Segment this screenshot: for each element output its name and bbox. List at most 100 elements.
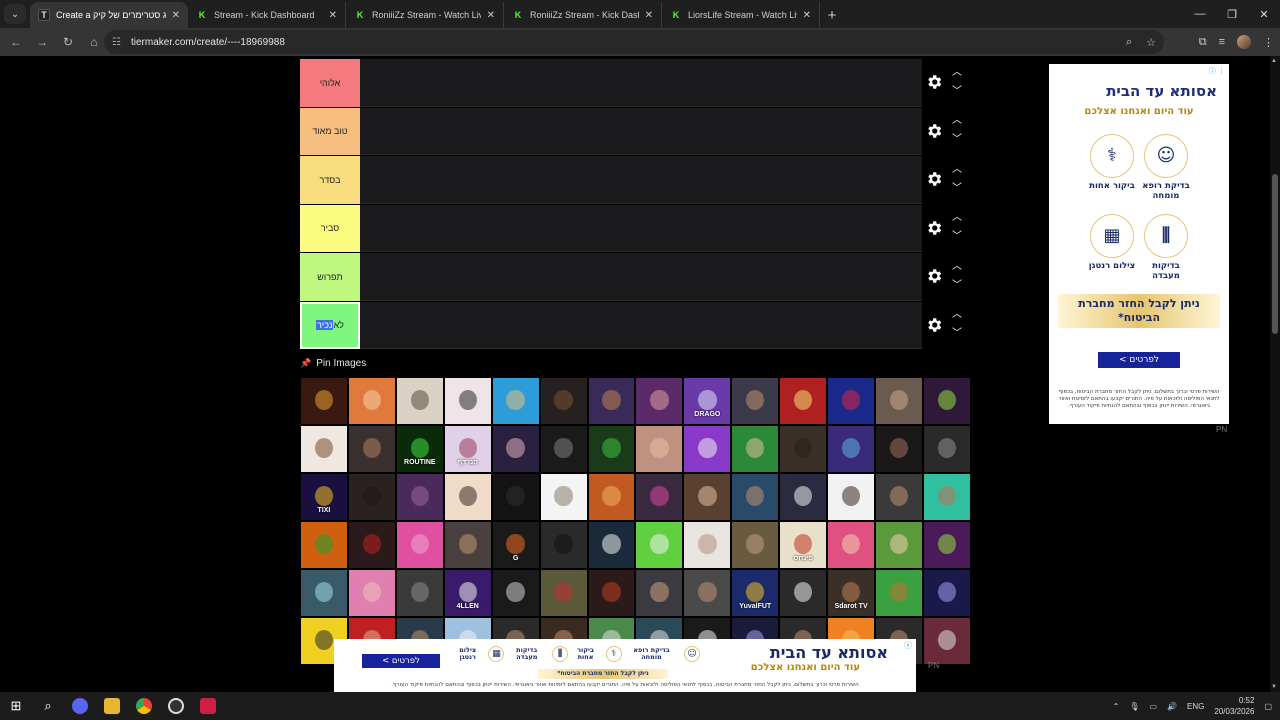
app-icon[interactable] (192, 692, 224, 720)
streamer-image-tile[interactable] (539, 569, 588, 617)
streamer-image-tile[interactable] (683, 425, 732, 473)
tier-label[interactable]: תפרוש (300, 253, 360, 301)
streamer-image-tile[interactable] (347, 521, 396, 569)
streamer-image-tile[interactable] (443, 473, 492, 521)
gear-icon[interactable] (925, 73, 943, 91)
streamer-image-tile[interactable] (635, 473, 684, 521)
move-down-icon[interactable]: ﹀ (951, 84, 963, 97)
browser-tab[interactable]: K LiorsLife Stream - Watch Live on Kick ✕ (662, 2, 820, 28)
ad-details-button[interactable]: לפרטים > (362, 654, 440, 668)
streamer-image-tile[interactable] (683, 569, 732, 617)
streamer-image-tile[interactable] (635, 425, 684, 473)
streamer-image-tile[interactable] (779, 377, 828, 425)
streamer-image-tile[interactable] (875, 377, 923, 425)
streamer-image-tile[interactable] (922, 473, 971, 521)
search-icon[interactable]: ⌕ (32, 692, 64, 720)
gear-icon[interactable] (925, 316, 943, 334)
streamer-image-tile[interactable] (300, 377, 348, 425)
move-down-icon[interactable]: ﹀ (951, 230, 963, 242)
home-icon[interactable]: ⌂ (82, 30, 106, 54)
ad-details-button[interactable]: לפרטים > (1098, 352, 1180, 368)
streamer-image-tile[interactable] (922, 377, 971, 425)
streamer-image-tile[interactable] (779, 425, 828, 473)
streamer-image-tile[interactable] (300, 569, 348, 617)
profile-avatar[interactable] (1237, 35, 1251, 49)
file-explorer-icon[interactable] (96, 692, 128, 720)
reload-icon[interactable]: ↻ (56, 30, 80, 54)
close-tab-icon[interactable]: ✕ (645, 10, 653, 21)
streamer-image-tile[interactable] (635, 521, 684, 569)
streamer-image-tile[interactable] (491, 569, 540, 617)
streamer-image-tile[interactable] (300, 425, 348, 473)
streamer-image-tile[interactable] (443, 521, 492, 569)
streamer-image-tile[interactable] (443, 377, 492, 425)
streamer-image-tile[interactable] (922, 521, 971, 569)
close-tab-icon[interactable]: ✕ (329, 10, 337, 21)
volume-icon[interactable]: 🔊 (1167, 702, 1177, 711)
back-icon[interactable]: ← (4, 30, 28, 54)
tier-label[interactable]: לא נכיר (300, 301, 360, 349)
new-tab-button[interactable]: + (820, 2, 844, 28)
streamer-image-tile[interactable] (731, 377, 780, 425)
gear-icon[interactable] (925, 170, 943, 188)
streamer-image-tile[interactable] (587, 521, 636, 569)
streamer-image-tile[interactable] (827, 425, 876, 473)
tier-label[interactable]: אלוהי (300, 59, 360, 107)
tray-expand-icon[interactable]: ⌃ (1113, 702, 1120, 711)
gear-icon[interactable] (925, 122, 943, 140)
bottom-advertisement[interactable]: ⓧ אסותא עד הבית עוד היום ואנחנו אצלכם ☺ ב… (334, 639, 916, 693)
browser-tab[interactable]: T Create a רשימת דירוג סטרימרים של קיק ✕ (30, 2, 188, 28)
streamer-image-tile[interactable] (347, 377, 396, 425)
start-icon[interactable]: ⊞ (0, 692, 32, 720)
site-info-icon[interactable]: ☷ (112, 37, 121, 48)
notifications-icon[interactable]: ▢ (1264, 702, 1272, 711)
tier-drop-zone[interactable] (360, 301, 922, 349)
move-down-icon[interactable]: ﹀ (951, 327, 963, 339)
move-down-icon[interactable]: ﹀ (951, 278, 963, 291)
move-up-icon[interactable]: ︿ (951, 65, 963, 78)
streamer-image-tile[interactable] (827, 521, 876, 569)
streamer-image-tile[interactable] (539, 521, 588, 569)
media-controls-icon[interactable]: ≡ (1219, 36, 1225, 48)
streamer-image-tile[interactable] (587, 569, 636, 617)
streamer-image-tile[interactable] (922, 569, 971, 617)
streamer-image-tile[interactable]: YuvalFUT (731, 569, 780, 617)
move-up-icon[interactable]: ︿ (951, 259, 963, 272)
bookmark-star-icon[interactable]: ☆ (1146, 36, 1156, 49)
clock[interactable]: 0:52 20/03/2026 (1214, 695, 1254, 717)
streamer-image-tile[interactable]: G (491, 521, 540, 569)
zoom-icon[interactable]: ⌕ (1126, 36, 1132, 49)
tier-drop-zone[interactable] (360, 253, 922, 301)
tier-label[interactable]: סביר (300, 204, 360, 252)
streamer-image-tile[interactable] (539, 377, 588, 425)
streamer-image-tile[interactable] (491, 377, 540, 425)
scroll-up-icon[interactable]: ▲ (1271, 58, 1277, 64)
tier-drop-zone[interactable] (360, 107, 922, 155)
streamer-image-tile[interactable] (395, 569, 444, 617)
streamer-image-tile[interactable] (300, 521, 348, 569)
streamer-image-tile[interactable] (827, 473, 876, 521)
move-up-icon[interactable]: ︿ (951, 308, 963, 320)
restore-icon[interactable]: ❐ (1216, 0, 1248, 28)
tab-search-button[interactable]: ⌄ (4, 4, 26, 24)
scrollbar-thumb[interactable] (1272, 174, 1278, 334)
tier-drop-zone[interactable] (360, 204, 922, 252)
move-down-icon[interactable]: ﹀ (951, 133, 963, 145)
browser-tab[interactable]: K Stream - Kick Dashboard ✕ (188, 2, 346, 28)
minimize-icon[interactable]: — (1184, 0, 1216, 28)
discord-icon[interactable] (64, 692, 96, 720)
streamer-image-tile[interactable]: פינחס (779, 521, 828, 569)
streamer-image-tile[interactable] (539, 425, 588, 473)
streamer-image-tile[interactable] (731, 425, 780, 473)
streamer-image-tile[interactable] (395, 521, 444, 569)
streamer-image-tile[interactable] (779, 473, 828, 521)
streamer-image-tile[interactable] (587, 425, 636, 473)
streamer-image-tile[interactable] (683, 473, 732, 521)
chrome-icon[interactable] (128, 692, 160, 720)
page-scrollbar[interactable]: ▲ ▼ (1270, 56, 1280, 692)
address-bar[interactable]: ☷ tiermaker.com/create/----18969988 ⌕ ☆ (104, 30, 1164, 54)
ad-info-icon[interactable]: ⓘ ⋮ (1209, 66, 1225, 76)
extensions-icon[interactable]: ⧉ (1199, 36, 1207, 49)
move-down-icon[interactable]: ﹀ (951, 181, 963, 194)
close-tab-icon[interactable]: ✕ (172, 10, 180, 21)
